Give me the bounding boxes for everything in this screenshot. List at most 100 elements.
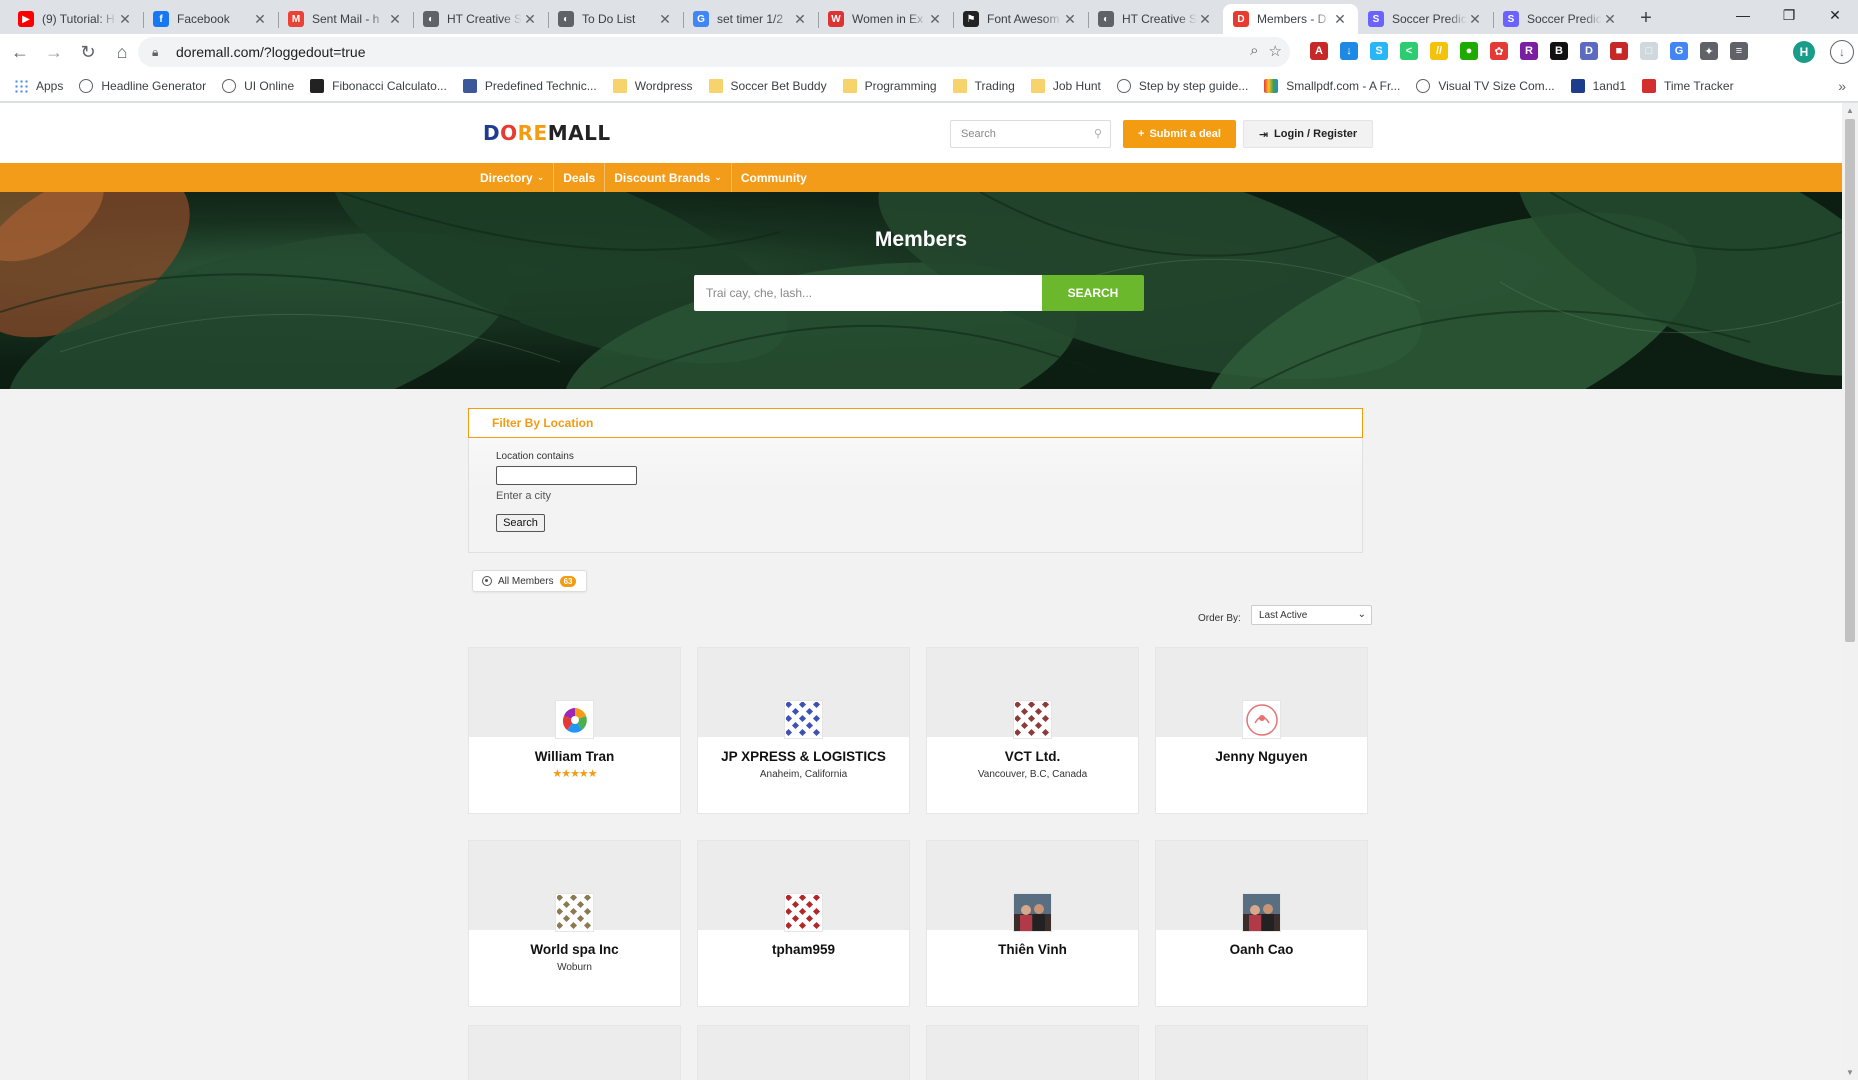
bookmark-item[interactable]: Fibonacci Calculato... [310,78,447,93]
olive-pattern-avatar[interactable] [555,893,594,932]
close-tab-icon[interactable]: ✕ [117,11,133,28]
member-card[interactable] [926,1025,1139,1080]
browser-tab[interactable]: ◐ HT Creative S ✕ [1088,4,1223,34]
location-search-button[interactable]: Search [496,514,545,532]
hero-search-input[interactable]: Trai cay, che, lash... [694,275,1042,311]
close-tab-icon[interactable]: ✕ [792,11,808,28]
bookmark-item[interactable]: Predefined Technic... [462,78,597,93]
bookmark-item[interactable]: Headline Generator [79,78,206,93]
close-tab-icon[interactable]: ✕ [522,11,538,28]
puzzle-ext-icon[interactable]: ✦ [1700,42,1718,60]
nav-item[interactable]: Deals [554,163,606,192]
pink-logo-avatar[interactable] [1242,700,1281,739]
member-card[interactable]: Thiên Vinh [926,840,1139,1007]
bookmark-item[interactable]: Programming [842,78,937,93]
bookmark-item[interactable]: Smallpdf.com - A Fr... [1264,78,1400,93]
lock-icon[interactable]: 🔒︎ [152,45,164,60]
member-name[interactable]: JP XPRESS & LOGISTICS [698,749,909,764]
address-bar[interactable]: 🔒︎ doremall.com/?loggedout=true ⌕ ☆ [138,37,1290,67]
search-icon[interactable]: ⚲ [1094,127,1102,140]
page-scrollbar[interactable]: ▲ ▼ [1842,103,1858,1080]
member-name[interactable]: VCT Ltd. [927,749,1138,764]
pinwheel-avatar[interactable] [555,700,594,739]
more-bookmarks-icon[interactable]: » [1838,78,1846,94]
login-register-button[interactable]: ⇥ Login / Register [1243,120,1373,148]
member-name[interactable]: tpham959 [698,942,909,957]
browser-tab[interactable]: ◐ To Do List ✕ [548,4,683,34]
grey-ext-icon[interactable]: □ [1640,42,1658,60]
green-ext-icon[interactable]: ● [1460,42,1478,60]
maroon-pattern-avatar[interactable] [1013,700,1052,739]
bookmark-item[interactable]: 1and1 [1570,78,1626,93]
member-card[interactable]: World spa Inc Woburn [468,840,681,1007]
member-name[interactable]: Thiên Vinh [927,942,1138,957]
bookmark-item[interactable]: Soccer Bet Buddy [708,78,827,93]
home-button[interactable]: ⌂ [108,38,136,66]
translate-ext-icon[interactable]: G [1670,42,1688,60]
browser-tab[interactable]: S Soccer Predic ✕ [1493,4,1628,34]
bookmark-item[interactable]: UI Online [222,78,294,93]
member-card[interactable]: VCT Ltd. Vancouver, B.C, Canada [926,647,1139,814]
photo-avatar[interactable] [1242,893,1281,932]
member-name[interactable]: William Tran [469,749,680,764]
blue-pattern-avatar[interactable] [784,700,823,739]
member-card[interactable]: Oanh Cao [1155,840,1368,1007]
browser-tab[interactable]: f Facebook ✕ [143,4,278,34]
bookmark-item[interactable]: Job Hunt [1030,78,1101,93]
photo-avatar[interactable] [1013,893,1052,932]
close-tab-icon[interactable]: ✕ [1197,11,1213,28]
r-ext-icon[interactable]: R [1520,42,1538,60]
close-tab-icon[interactable]: ✕ [252,11,268,28]
chrome-menu-button[interactable]: ↓ [1830,40,1854,64]
b-ext-icon[interactable]: B [1550,42,1568,60]
bookmark-star-icon[interactable]: ☆ [1269,42,1282,60]
member-name[interactable]: Jenny Nguyen [1156,749,1367,764]
bookmark-item[interactable]: Wordpress [612,78,693,93]
site-search-input[interactable]: Search ⚲ [950,120,1111,148]
member-card[interactable] [468,1025,681,1080]
order-by-select[interactable]: Last Active ⌄ [1251,605,1372,625]
reload-button[interactable]: ↻ [74,38,102,66]
close-window-button[interactable]: ✕ [1812,0,1858,30]
reading-list-icon[interactable]: ≡ [1730,42,1748,60]
browser-tab[interactable]: D Members - D ✕ [1223,4,1358,34]
forward-button[interactable]: → [40,38,68,66]
close-tab-icon[interactable]: ✕ [1062,11,1078,28]
close-tab-icon[interactable]: ✕ [387,11,403,28]
scrollbar-thumb[interactable] [1845,119,1855,642]
all-members-tab[interactable]: All Members 63 [472,570,587,592]
close-tab-icon[interactable]: ✕ [1602,11,1618,28]
close-tab-icon[interactable]: ✕ [1332,11,1348,28]
red-ext-icon[interactable]: ■ [1610,42,1628,60]
scroll-down-arrow[interactable]: ▼ [1846,1068,1854,1077]
location-input[interactable] [496,466,637,485]
share-ext-icon[interactable]: < [1400,42,1418,60]
bookmark-item[interactable]: Time Tracker [1642,78,1734,93]
doremall-logo[interactable]: D O RE MALL [483,120,611,146]
member-card[interactable] [697,1025,910,1080]
color-ext-icon[interactable]: ✿ [1490,42,1508,60]
zoom-search-icon[interactable]: ⌕ [1250,42,1258,60]
bookmark-item[interactable]: Visual TV Size Com... [1416,78,1555,93]
hero-search-button[interactable]: SEARCH [1042,275,1144,311]
bookmark-item[interactable]: Trading [952,78,1015,93]
submit-deal-button[interactable]: + Submit a deal [1123,120,1236,148]
member-card[interactable]: tpham959 [697,840,910,1007]
browser-tab[interactable]: ◐ HT Creative S ✕ [413,4,548,34]
member-card[interactable]: William Tran ★★★★★ [468,647,681,814]
download-ext-icon[interactable]: ↓ [1340,42,1358,60]
pdf-ext-icon[interactable]: A [1310,42,1328,60]
s-ext-icon[interactable]: S [1370,42,1388,60]
member-card[interactable] [1155,1025,1368,1080]
nav-item[interactable]: Directory ⌄ [471,163,555,192]
browser-tab[interactable]: ⚑ Font Awesom ✕ [953,4,1088,34]
new-tab-button[interactable]: + [1632,4,1660,32]
back-button[interactable]: ← [6,38,34,66]
red-pattern-avatar[interactable] [784,893,823,932]
browser-tab[interactable]: M Sent Mail - h ✕ [278,4,413,34]
browser-tab[interactable]: ▶ (9) Tutorial: H ✕ [8,4,143,34]
scroll-up-arrow[interactable]: ▲ [1846,106,1854,115]
bookmark-item[interactable]: Step by step guide... [1116,78,1248,93]
browser-tab[interactable]: Gset timer 1/2 ✕ [683,4,818,34]
member-name[interactable]: World spa Inc [469,942,680,957]
